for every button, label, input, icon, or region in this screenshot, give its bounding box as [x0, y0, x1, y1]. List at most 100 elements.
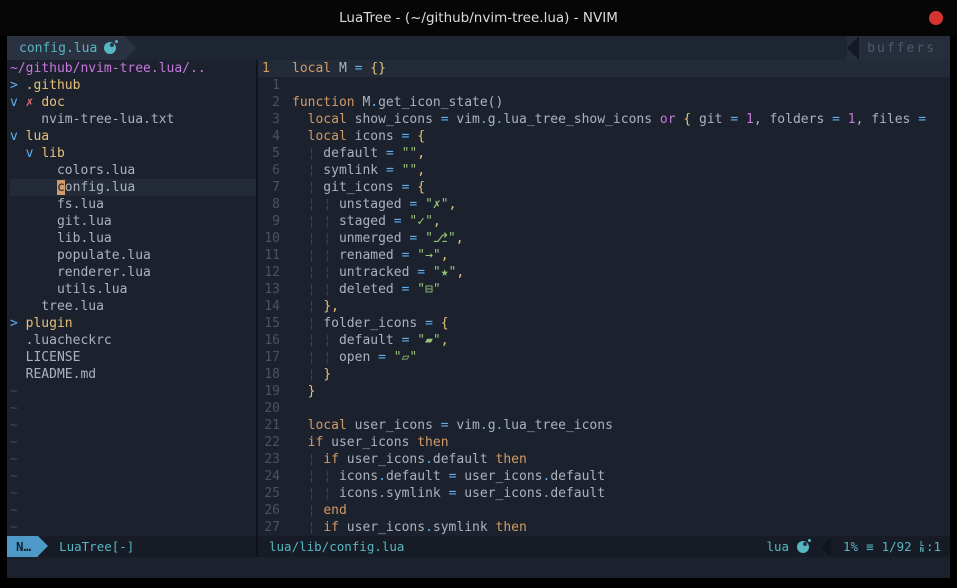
code-text: ¦ ¦ icons.default = user_icons.default [292, 468, 605, 485]
empty-line-tilde: ~ [10, 519, 256, 536]
code-line[interactable]: 9 ¦ ¦ staged = "✓", [258, 213, 950, 230]
code-line[interactable]: 5 ¦ default = "", [258, 145, 950, 162]
code-line[interactable]: 24 ¦ ¦ icons.default = user_icons.defaul… [258, 468, 950, 485]
line-number: 20 [258, 400, 280, 417]
code-line[interactable]: 6 ¦ symlink = "", [258, 162, 950, 179]
code-text: function M.get_icon_state() [292, 94, 503, 111]
tree-item[interactable]: LICENSE [10, 349, 256, 366]
code-line[interactable]: 2function M.get_icon_state() [258, 94, 950, 111]
buffers-segment[interactable]: buffers [847, 36, 950, 60]
line-number: 24 [258, 468, 280, 485]
code-line[interactable]: 8 ¦ ¦ unstaged = "✗", [258, 196, 950, 213]
tree-item[interactable]: nvim-tree-lua.txt [10, 111, 256, 128]
close-icon[interactable] [929, 11, 943, 25]
cursor-column: :1 [926, 539, 941, 554]
window-title: LuaTree - (~/github/nvim-tree.lua) - NVI… [339, 10, 618, 26]
code-line[interactable]: 22 if user_icons then [258, 434, 950, 451]
code-text: ¦ } [292, 366, 331, 383]
tree-item[interactable]: tree.lua [10, 298, 256, 315]
line-number: 23 [258, 451, 280, 468]
empty-line-tilde: ~ [10, 485, 256, 502]
tree-item[interactable]: README.md [10, 366, 256, 383]
tree-item[interactable]: utils.lua [10, 281, 256, 298]
code-line[interactable]: 1local M = {} [258, 60, 950, 77]
code-line[interactable]: 4 local icons = { [258, 128, 950, 145]
code-line[interactable]: 23 ¦ if user_icons.default then [258, 451, 950, 468]
code-line[interactable]: 14 ¦ }, [258, 298, 950, 315]
code-line[interactable]: 15 ¦ folder_icons = { [258, 315, 950, 332]
statusline-file: lua/lib/config.lua lua 1% ≡ 1/92 L N :1 [258, 536, 950, 557]
code-line[interactable]: 7 ¦ git_icons = { [258, 179, 950, 196]
lua-moon-icon [797, 541, 809, 553]
tree-item[interactable]: ~/github/nvim-tree.lua/.. [10, 60, 256, 77]
line-number: 21 [258, 417, 280, 434]
line-number: 7 [258, 179, 280, 196]
tree-item[interactable]: lib.lua [10, 230, 256, 247]
code-text: ¦ ¦ deleted = "⊟" [292, 281, 441, 298]
tree-item[interactable]: > plugin [10, 315, 256, 332]
code-text: ¦ end [292, 502, 347, 519]
code-line[interactable]: 1 [258, 77, 950, 94]
code-line[interactable]: 10 ¦ ¦ unmerged = "⎇", [258, 230, 950, 247]
line-number-icon: L N [920, 541, 924, 553]
code-text: ¦ ¦ unmerged = "⎇", [292, 230, 464, 247]
chevron-left-icon [847, 36, 859, 60]
code-line[interactable]: 18 ¦ } [258, 366, 950, 383]
code-line[interactable]: 12 ¦ ¦ untracked = "★", [258, 264, 950, 281]
line-number: 25 [258, 485, 280, 502]
code-line[interactable]: 17 ¦ ¦ open = "▱" [258, 349, 950, 366]
line-number: 19 [258, 383, 280, 400]
code-text: ¦ if user_icons.default then [292, 451, 527, 468]
tree-item[interactable]: renderer.lua [10, 264, 256, 281]
mode-indicator: N… [7, 536, 38, 557]
tree-item[interactable]: v lib [10, 145, 256, 162]
code-text: ¦ ¦ icons.symlink = user_icons.default [292, 485, 605, 502]
line-number: 9 [258, 213, 280, 230]
code-line[interactable]: 20 [258, 400, 950, 417]
statusline-right-cluster: lua 1% ≡ 1/92 L N :1 [766, 537, 941, 557]
code-line[interactable]: 19 } [258, 383, 950, 400]
code-line[interactable]: 21 local user_icons = vim.g.lua_tree_ico… [258, 417, 950, 434]
code-line[interactable]: 16 ¦ ¦ default = "▰", [258, 332, 950, 349]
tree-window-name: LuaTree[-] [48, 536, 134, 557]
code-text: local user_icons = vim.g.lua_tree_icons [292, 417, 613, 434]
code-line[interactable]: 27 ¦ if user_icons.symlink then [258, 519, 950, 536]
tree-item[interactable]: config.lua [10, 179, 256, 196]
command-line[interactable] [7, 557, 950, 578]
tree-item[interactable]: v ✗ doc [10, 94, 256, 111]
empty-line-tilde: ~ [10, 400, 256, 417]
code-text: ¦ ¦ default = "▰", [292, 332, 449, 349]
code-line[interactable]: 25 ¦ ¦ icons.symlink = user_icons.defaul… [258, 485, 950, 502]
chevron-left-icon [821, 537, 831, 557]
empty-line-tilde: ~ [10, 451, 256, 468]
code-line[interactable]: 11 ¦ ¦ renamed = "→", [258, 247, 950, 264]
line-number: 14 [258, 298, 280, 315]
tab-config-lua[interactable]: config.lua [7, 36, 125, 60]
code-text: ¦ ¦ untracked = "★", [292, 264, 464, 281]
code-line[interactable]: 26 ¦ end [258, 502, 950, 519]
code-text: local icons = { [292, 128, 425, 145]
code-text: if user_icons then [292, 434, 449, 451]
tree-item[interactable]: colors.lua [10, 162, 256, 179]
tree-item[interactable]: git.lua [10, 213, 256, 230]
line-number: 13 [258, 281, 280, 298]
tab-powerline-arrow-icon [125, 36, 136, 60]
tree-item[interactable]: > .github [10, 77, 256, 94]
line-number: 1 [258, 77, 280, 94]
statusline: N… LuaTree[-] lua/lib/config.lua lua 1% … [7, 536, 950, 557]
editor-main: ~/github/nvim-tree.lua/..> .githubv ✗ do… [7, 60, 950, 536]
cursor: c [57, 180, 65, 195]
lua-moon-icon [104, 42, 116, 54]
code-text: ¦ ¦ renamed = "→", [292, 247, 449, 264]
code-line[interactable]: 13 ¦ ¦ deleted = "⊟" [258, 281, 950, 298]
code-line[interactable]: 3 local show_icons = vim.g.lua_tree_show… [258, 111, 950, 128]
nvim-screen: config.lua buffers ~/github/nvim-tree.lu… [7, 36, 950, 578]
tree-item[interactable]: populate.lua [10, 247, 256, 264]
column-group: L N :1 [920, 539, 941, 554]
tree-item[interactable]: fs.lua [10, 196, 256, 213]
tree-item[interactable]: v lua [10, 128, 256, 145]
code-text: ¦ default = "", [292, 145, 425, 162]
line-number: 4 [258, 128, 280, 145]
cursor-position: 1/92 [882, 539, 912, 554]
tree-item[interactable]: .luacheckrc [10, 332, 256, 349]
